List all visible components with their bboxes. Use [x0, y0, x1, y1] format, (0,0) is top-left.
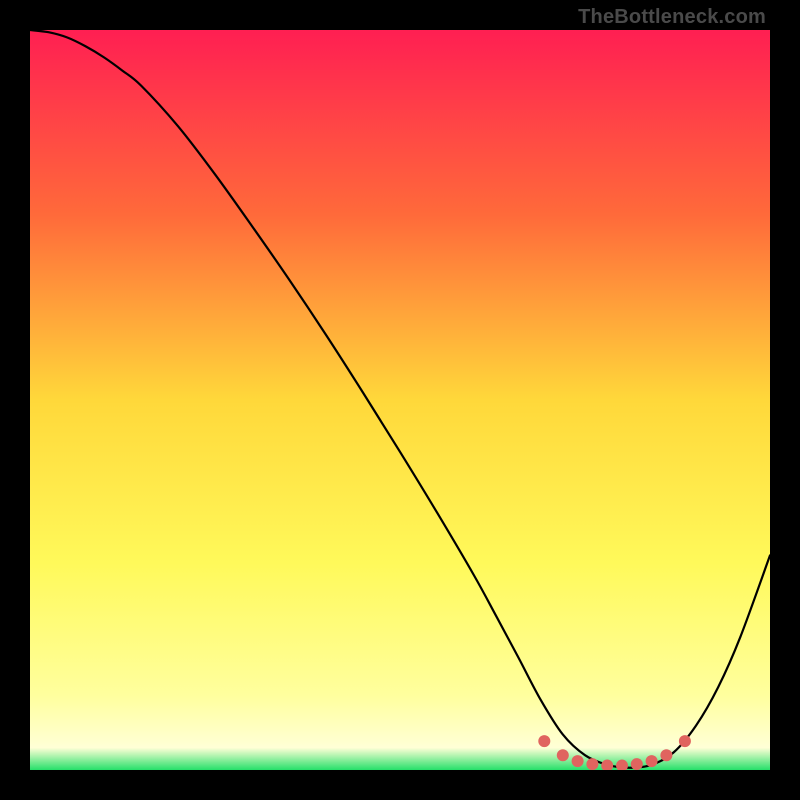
watermark-text: TheBottleneck.com: [578, 6, 766, 29]
highlight-dot: [679, 735, 691, 747]
highlight-dot: [660, 749, 672, 761]
highlight-dot: [646, 755, 658, 767]
highlight-dot: [557, 749, 569, 761]
highlight-dot: [538, 735, 550, 747]
chart-svg: [30, 30, 770, 770]
highlight-dot: [631, 758, 643, 770]
chart-container: TheBottleneck.com: [0, 0, 800, 800]
gradient-bg: [30, 30, 770, 770]
highlight-dot: [572, 755, 584, 767]
highlight-dot: [586, 758, 598, 770]
plot-area: [30, 30, 770, 770]
